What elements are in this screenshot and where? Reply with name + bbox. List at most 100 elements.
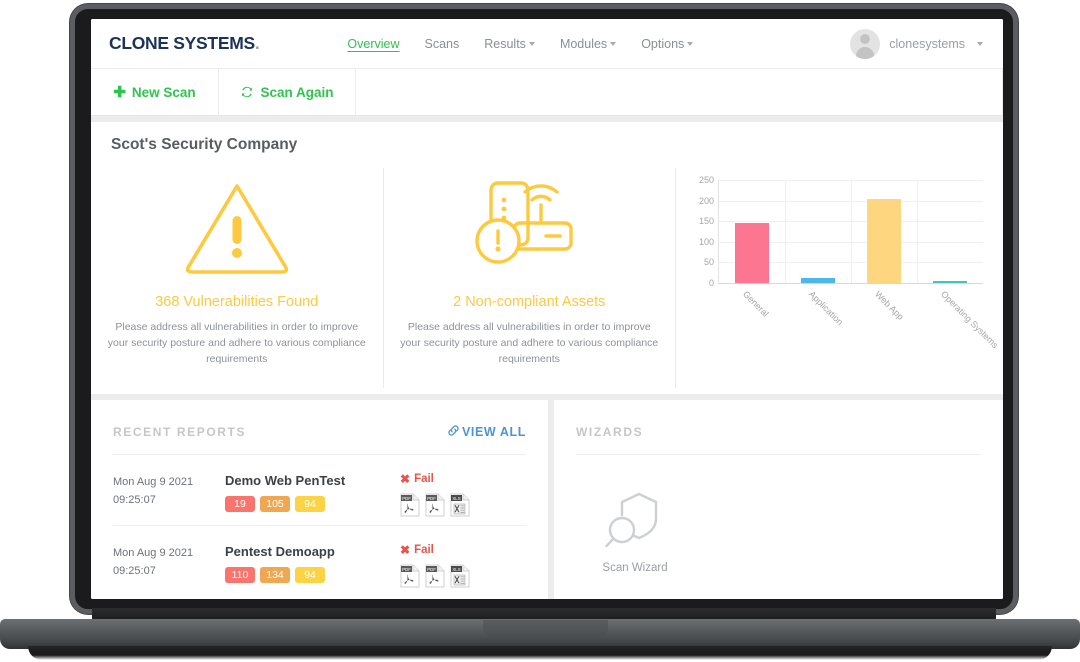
status-badge: 134 [260,567,290,583]
chart-bar[interactable] [734,223,770,283]
svg-text:PDF: PDF [427,567,436,572]
nav-item-modules[interactable]: Modules [559,36,617,51]
svg-text:PDF: PDF [402,496,411,501]
status-badge-fail: ✖ Fail [400,544,526,556]
nav-item-options[interactable]: Options [641,36,694,51]
recent-reports-title: RECENT REPORTS [113,425,247,439]
recent-reports-panel: RECENT REPORTS VIEW ALL Mon Aug 9 2021 0… [91,400,554,599]
xls-file-icon[interactable]: XLS [450,564,470,588]
report-date: Mon Aug 9 2021 [113,547,194,559]
summary-card-assets: 2 Non-compliant Assets Please address al… [384,168,677,388]
report-name[interactable]: Demo Web PenTest [225,473,400,488]
nav-item-results-label: Results [484,36,526,51]
chart-y-tick: 150 [699,216,715,227]
report-status-files: ✖ Fail PDF PDF XLS [400,544,526,588]
user-menu-label: clonesystems [889,36,965,51]
summary-card-vulnerabilities: 368 Vulnerabilities Found Please address… [91,168,384,388]
report-file-links: PDF PDF XLS [400,493,526,517]
assets-description: Please address all vulnerabilities in or… [400,321,659,365]
nav-item-options-label: Options [641,36,685,51]
recent-reports-header: RECENT REPORTS VIEW ALL [113,400,526,454]
chart-x-tick: Operating Systems [938,289,1001,351]
main-nav: Overview Scans Results Modules Options [347,36,694,51]
x-mark-icon: ✖ [400,472,411,486]
top-navbar: CLONE SYSTEMS. Overview Scans Results Mo… [91,19,1003,69]
report-datetime: Mon Aug 9 2021 09:25:07 [113,544,225,580]
xls-file-icon[interactable]: XLS [450,493,470,517]
vulnerabilities-headline: 368 Vulnerabilities Found [155,294,319,310]
vulnerability-category-chart: 0 50 100 150 200 250 General Application Web App… [676,168,1003,388]
report-time: 09:25:07 [113,494,156,507]
chart-bar[interactable] [932,281,968,283]
report-date: Mon Aug 9 2021 [113,476,194,488]
chart-bar[interactable] [800,278,836,283]
severity-badges: 110 134 94 [225,567,400,583]
scan-again-button[interactable]: Scan Again [219,69,356,115]
chart-y-tick: 250 [699,175,715,185]
svg-text:XLS: XLS [452,567,460,572]
nav-item-results[interactable]: Results [484,37,535,51]
shield-magnifier-icon [604,489,666,558]
chart-vgridline [851,180,853,283]
status-label: Fail [414,544,434,556]
nav-item-overview[interactable]: Overview [347,37,399,51]
chart-y-tick: 50 [704,257,715,268]
svg-text:XLS: XLS [452,496,460,501]
table-row[interactable]: Mon Aug 9 2021 09:25:07 Pentest Demoapp … [113,526,526,596]
laptop-base-notch [483,620,608,637]
chart-bar[interactable] [866,198,902,283]
chevron-down-icon [610,42,617,47]
status-badge: 105 [260,496,290,512]
assets-headline: 2 Non-compliant Assets [453,294,606,310]
report-name[interactable]: Pentest Demoapp [225,544,400,559]
warning-triangle-icon [181,168,293,286]
toolbar-spacer [356,69,1003,115]
chart-plot: 0 50 100 150 200 250 General Application Web App… [699,175,1000,350]
brand-logo[interactable]: CLONE SYSTEMS. [109,33,260,54]
page-title: Scot's Security Company [111,136,298,153]
summary-panel: Scot's Security Company 368 Vulnerabilit… [91,122,1003,400]
svg-text:PDF: PDF [427,496,436,501]
nav-item-modules-label: Modules [559,36,608,51]
action-toolbar: ✚ New Scan Scan Again [91,69,1003,116]
chevron-down-icon [528,42,535,47]
refresh-icon [240,85,254,99]
wizards-title: WIZARDS [576,425,644,439]
new-scan-button[interactable]: ✚ New Scan [91,69,219,115]
vulnerabilities-description: Please address all vulnerabilities in or… [107,321,366,365]
wizards-panel: WIZARDS Scan Wizard [554,400,1003,599]
chart-vgridline [917,180,919,283]
table-row[interactable]: Mon Aug 9 2021 09:25:07 Demo Web PenTest… [113,455,526,526]
report-time: 09:25:07 [113,565,156,578]
status-badge: 94 [295,496,325,512]
status-badge-fail: ✖ Fail [400,473,526,485]
brand-logo-text: CLONE SYSTEMS [109,33,255,53]
user-menu[interactable]: clonesystems [850,28,983,59]
chevron-down-icon [687,42,694,47]
link-chain-icon [447,424,460,440]
laptop-screen: CLONE SYSTEMS. Overview Scans Results Mo… [91,19,1003,599]
nav-item-scans[interactable]: Scans [425,37,460,51]
status-badge: 19 [225,496,255,512]
wizards-list: Scan Wizard [576,455,981,574]
pdf-file-icon[interactable]: PDF [425,493,445,517]
application-window: CLONE SYSTEMS. Overview Scans Results Mo… [91,19,1003,599]
view-all-link[interactable]: VIEW ALL [447,424,526,440]
avatar [850,28,881,59]
chart-area: 0 50 100 150 200 250 General Application Web App… [682,174,1000,382]
report-info: Pentest Demoapp 110 134 94 [225,544,400,583]
svg-text:PDF: PDF [402,567,411,572]
chart-x-tick: General [740,289,771,319]
laptop-lid: CLONE SYSTEMS. Overview Scans Results Mo… [70,4,1018,614]
wizard-item-scan[interactable]: Scan Wizard [576,489,694,574]
pdf-file-icon[interactable]: PDF [425,564,445,588]
chart-vgridline [785,180,787,283]
wizards-header: WIZARDS [576,400,981,454]
chart-x-tick: Application [806,289,846,328]
pdf-file-icon[interactable]: PDF [400,493,420,517]
chart-y-tick: 0 [709,278,715,288]
scan-again-label: Scan Again [260,84,334,100]
summary-columns: 368 Vulnerabilities Found Please address… [91,168,1003,388]
pdf-file-icon[interactable]: PDF [400,564,420,588]
brand-logo-dot: . [254,33,260,53]
